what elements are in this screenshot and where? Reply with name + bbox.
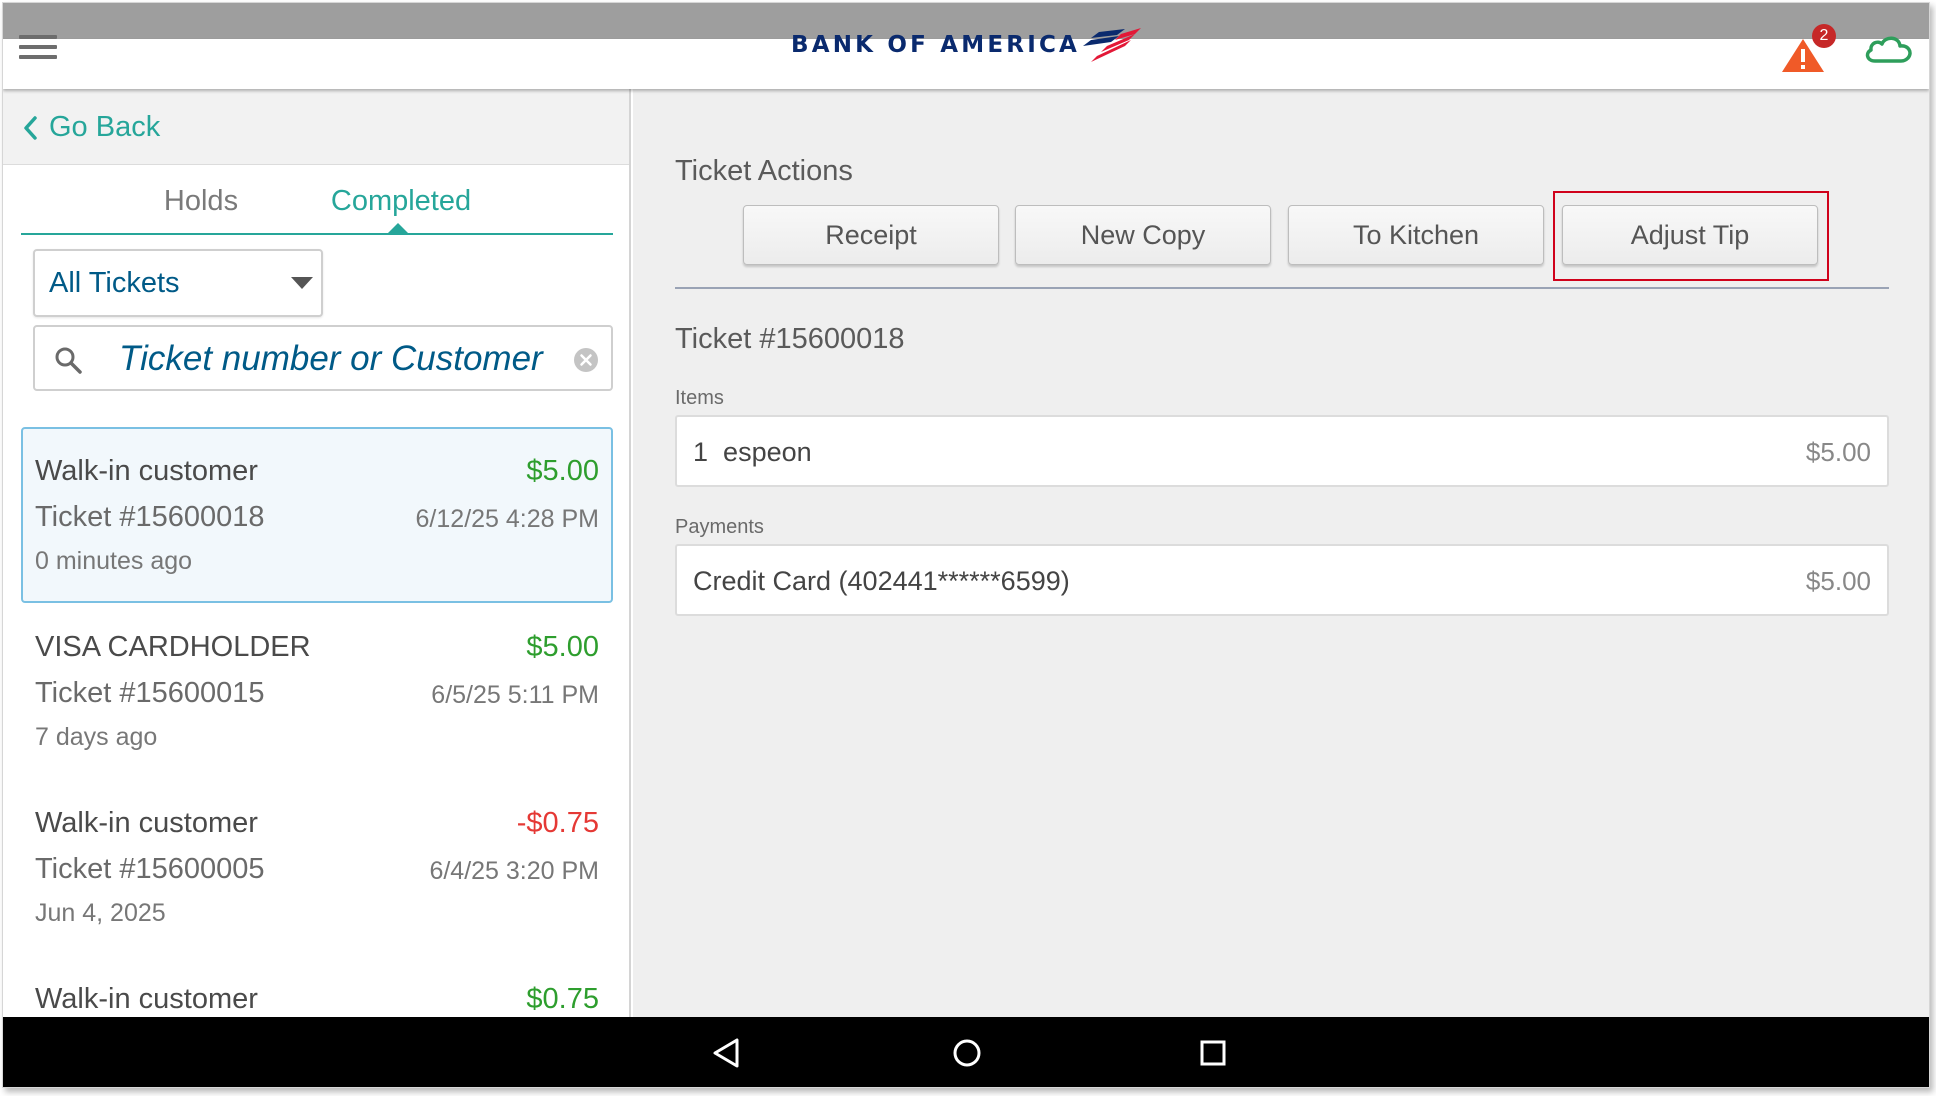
menu-icon[interactable] <box>19 33 59 67</box>
go-back-label: Go Back <box>49 111 161 143</box>
payment-amount: $5.00 <box>1805 566 1871 596</box>
alert-button[interactable]: 2 <box>1781 24 1836 73</box>
payment-row[interactable]: Credit Card (402441******6599) $5.00 <box>675 544 1889 616</box>
ticket-customer: Walk-in customer <box>35 455 258 487</box>
ticket-age: 7 days ago <box>35 723 158 751</box>
alert-count-badge: 2 <box>1812 24 1836 48</box>
ticket-number: Ticket #15600015 <box>35 677 265 709</box>
ticket-card-selected[interactable]: Walk-in customer $5.00 Ticket #15600018 … <box>21 427 613 603</box>
ticket-search-input[interactable] <box>119 337 559 381</box>
go-back-button[interactable]: Go Back <box>21 111 160 144</box>
ticket-amount: -$0.75 <box>516 807 599 839</box>
app-header: BANK OF AMERICA 2 <box>3 24 1929 89</box>
cloud-icon <box>1865 36 1912 63</box>
item-row[interactable]: 1 espeon $5.00 <box>675 415 1889 487</box>
ticket-customer: VISA CARDHOLDER <box>35 631 311 663</box>
receipt-button[interactable]: Receipt <box>743 205 999 265</box>
ticket-number: Ticket #15600018 <box>35 501 265 533</box>
ticket-customer: Walk-in customer <box>35 807 258 839</box>
ticket-age: 0 minutes ago <box>35 547 193 575</box>
go-back-bar: Go Back <box>3 89 629 165</box>
ticket-amount: $5.00 <box>526 631 599 663</box>
search-icon <box>55 347 82 374</box>
tab-holds[interactable]: Holds <box>121 185 281 231</box>
items-label: Items <box>675 387 724 409</box>
item-qty: 1 <box>693 437 709 467</box>
android-nav-bar <box>3 1017 1929 1087</box>
ticket-datetime: 6/4/25 3:20 PM <box>429 857 599 885</box>
brand-name: BANK OF AMERICA <box>791 32 1081 58</box>
ticket-card[interactable]: VISA CARDHOLDER $5.00 Ticket #15600015 6… <box>21 603 613 779</box>
chevron-left-icon <box>24 115 37 140</box>
ticket-search-box[interactable] <box>33 325 613 391</box>
active-tab-indicator <box>387 223 409 234</box>
ticket-amount: $0.75 <box>526 983 599 1015</box>
clear-search-icon[interactable] <box>573 347 599 373</box>
ticket-filter-value: All Tickets <box>49 267 180 299</box>
ticket-list-pane: Go Back Holds Completed All Tickets Tick… <box>3 89 631 1017</box>
item-price: $5.00 <box>1805 437 1871 467</box>
app-window: BANK OF AMERICA 2 Go Back Holds Complete… <box>2 2 1930 1088</box>
ticket-age: Jun 4, 2025 <box>35 899 166 927</box>
ticket-customer: Walk-in customer <box>35 983 258 1015</box>
ticket-detail-pane: Ticket Actions Receipt New Copy To Kitch… <box>633 89 1929 1017</box>
ticket-card[interactable]: Walk-in customer $0.75 <box>21 955 613 1017</box>
caret-down-icon <box>291 277 313 289</box>
divider <box>675 287 1889 289</box>
payments-label: Payments <box>675 516 764 538</box>
flag-logo-icon <box>1083 28 1141 62</box>
ticket-tabs: Holds Completed <box>21 185 613 235</box>
bank-logo: BANK OF AMERICA <box>791 28 1145 68</box>
new-copy-button[interactable]: New Copy <box>1015 205 1271 265</box>
ticket-datetime: 6/12/25 4:28 PM <box>415 505 599 533</box>
ticket-card[interactable]: Walk-in customer -$0.75 Ticket #15600005… <box>21 779 613 955</box>
ticket-datetime: 6/5/25 5:11 PM <box>431 681 599 709</box>
cloud-sync-button[interactable] <box>1861 29 1917 69</box>
item-line: 1 espeon <box>693 437 812 468</box>
ticket-number: Ticket #15600005 <box>35 853 265 885</box>
item-name: espeon <box>723 437 812 467</box>
ticket-actions-title: Ticket Actions <box>675 155 853 187</box>
ticket-detail-number: Ticket #15600018 <box>675 323 905 355</box>
ticket-filter-dropdown[interactable]: All Tickets <box>33 249 323 317</box>
adjust-tip-button[interactable]: Adjust Tip <box>1562 205 1818 265</box>
nav-back-icon[interactable] <box>709 1035 745 1071</box>
nav-recents-icon[interactable] <box>1195 1035 1231 1071</box>
nav-home-icon[interactable] <box>949 1035 985 1071</box>
to-kitchen-button[interactable]: To Kitchen <box>1288 205 1544 265</box>
ticket-list: Walk-in customer $5.00 Ticket #15600018 … <box>21 427 613 1017</box>
ticket-amount: $5.00 <box>526 455 599 487</box>
payment-method: Credit Card (402441******6599) <box>693 566 1070 596</box>
